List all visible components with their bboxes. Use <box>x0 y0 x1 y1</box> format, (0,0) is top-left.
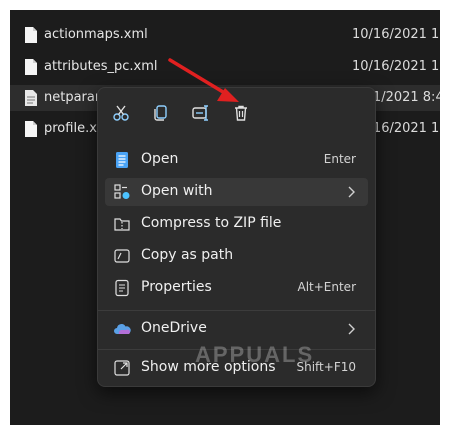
watermark-logo: APPUALS <box>195 342 315 367</box>
menu-item-open[interactable]: Open Enter <box>105 146 368 174</box>
menu-item-onedrive[interactable]: OneDrive <box>105 315 368 343</box>
menu-item-label: Properties <box>141 279 212 295</box>
file-icon <box>25 90 37 106</box>
copy-button[interactable] <box>150 102 172 124</box>
context-menu-toolbar <box>98 88 375 134</box>
chevron-right-icon <box>348 323 355 335</box>
file-date: 10/16/2021 10:28 <box>352 59 440 74</box>
zip-icon <box>114 218 130 231</box>
more-options-icon <box>114 360 130 376</box>
delete-icon <box>235 105 247 121</box>
menu-item-label: OneDrive <box>141 320 207 336</box>
menu-item-properties[interactable]: Properties Alt+Enter <box>105 274 368 302</box>
rename-button[interactable] <box>190 102 212 124</box>
properties-icon <box>115 279 129 297</box>
open-icon <box>116 152 128 168</box>
file-explorer-window: actionmaps.xml 10/16/2021 10:28 attribut… <box>10 10 440 425</box>
menu-item-label: Copy as path <box>141 247 234 263</box>
delete-button[interactable] <box>230 102 252 124</box>
copy-path-icon <box>114 249 130 263</box>
menu-item-label: Open with <box>141 183 213 199</box>
menu-item-shortcut: Enter <box>323 152 356 166</box>
file-icon <box>25 27 37 43</box>
menu-item-label: Compress to ZIP file <box>141 215 282 231</box>
file-name: attributes_pc.xml <box>44 59 158 74</box>
menu-item-open-with[interactable]: Open with <box>105 178 368 206</box>
file-icon <box>25 59 37 75</box>
onedrive-icon <box>114 324 131 334</box>
menu-item-label: Open <box>141 151 179 167</box>
menu-item-shortcut: Alt+Enter <box>297 280 356 294</box>
menu-item-compress-zip[interactable]: Compress to ZIP file <box>105 210 368 238</box>
menu-item-copy-as-path[interactable]: Copy as path <box>105 242 368 270</box>
cut-icon <box>113 105 129 121</box>
cut-button[interactable] <box>110 102 132 124</box>
file-icon <box>25 121 37 137</box>
file-name: actionmaps.xml <box>44 27 148 42</box>
file-row-attributes[interactable]: attributes_pc.xml 10/16/2021 10:28 <box>10 54 440 80</box>
file-date: 10/16/2021 10:28 <box>352 27 440 42</box>
open-with-icon <box>114 184 130 199</box>
rename-icon <box>192 105 208 121</box>
copy-icon <box>154 105 167 121</box>
file-row-actionmaps[interactable]: actionmaps.xml 10/16/2021 10:28 <box>10 22 440 48</box>
chevron-right-icon <box>348 186 355 198</box>
menu-separator <box>98 310 375 311</box>
